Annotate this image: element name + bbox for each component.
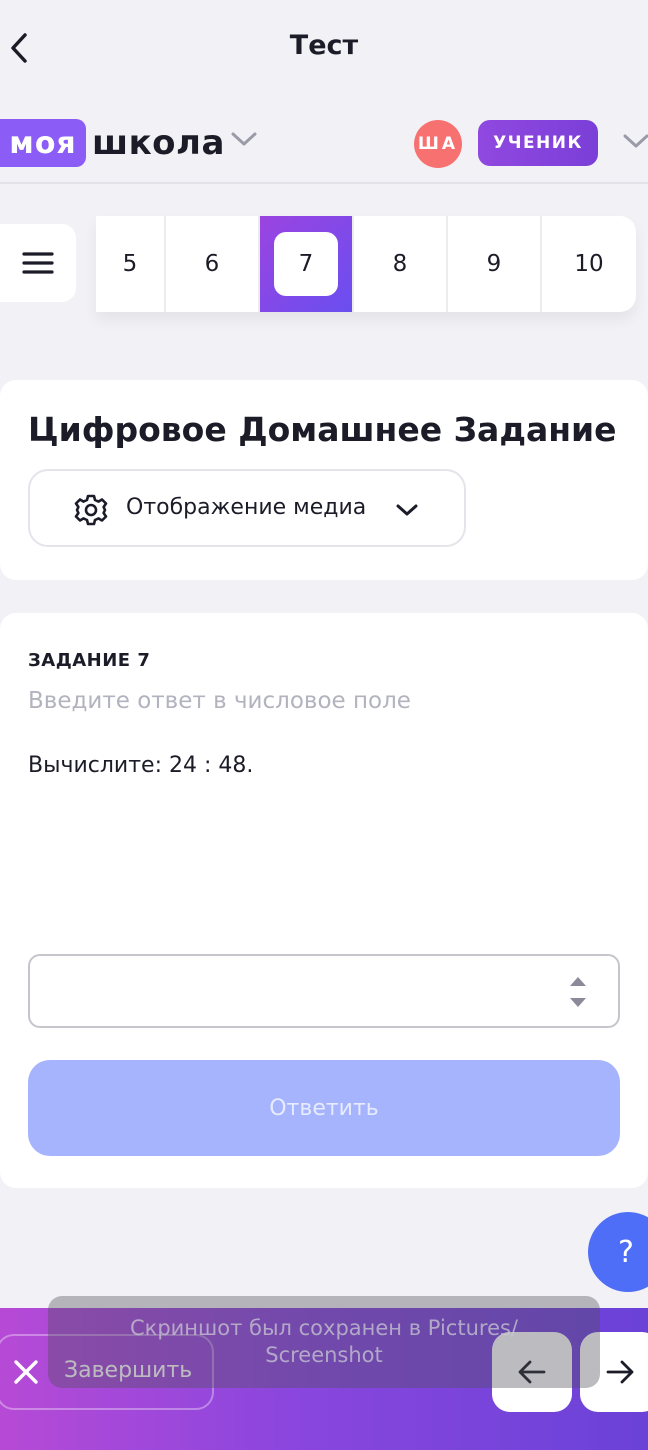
task-text: Вычислите: 24 : 48. [28, 753, 254, 778]
answer-input[interactable] [42, 968, 546, 1016]
task-tab-6[interactable]: 6 [166, 216, 260, 312]
homework-title: Цифровое Домашнее Задание [28, 410, 617, 449]
task-tab-label: 9 [486, 251, 502, 277]
chevron-down-icon [623, 134, 648, 148]
chevron-down-icon [231, 132, 257, 146]
task-tab-label: 10 [574, 251, 604, 277]
task-tab-label: 7 [298, 251, 314, 277]
task-tab-active-label: 7 [274, 232, 338, 296]
task-tab-7[interactable]: 7 [260, 216, 354, 312]
task-tab-8[interactable]: 8 [354, 216, 448, 312]
task-tab-5[interactable]: 5 [96, 216, 166, 312]
brand-menu-toggle[interactable] [230, 130, 258, 152]
answer-field[interactable] [28, 954, 620, 1028]
role-menu-toggle[interactable] [622, 132, 648, 154]
media-display-select[interactable]: Отображение медиа [28, 469, 466, 547]
arrow-right-icon [606, 1360, 634, 1384]
submit-button[interactable]: Ответить [28, 1060, 620, 1156]
gear-icon [74, 494, 108, 526]
task-tabs: 5 6 7 8 9 10 [96, 216, 636, 312]
task-label: ЗАДАНИЕ 7 [28, 650, 151, 671]
logo-part2[interactable]: школа [92, 119, 225, 167]
close-icon [14, 1360, 38, 1384]
menu-icon [22, 252, 54, 274]
avatar[interactable]: ША [414, 120, 462, 168]
page-title: Тест [289, 30, 359, 61]
logo-part1[interactable]: моя [0, 119, 86, 167]
role-badge[interactable]: УЧЕНИК [478, 120, 598, 166]
task-hint: Введите ответ в числовое поле [28, 688, 411, 714]
task-tab-label: 6 [204, 251, 220, 277]
chevron-down-icon [396, 504, 418, 516]
media-display-label: Отображение медиа [126, 495, 367, 520]
menu-button[interactable] [0, 224, 76, 302]
task-tab-label: 8 [392, 251, 408, 277]
task-tab-10[interactable]: 10 [542, 216, 636, 312]
help-button[interactable]: ? [588, 1212, 648, 1292]
stepper-icon[interactable] [568, 972, 588, 1012]
task-tab-label: 5 [122, 251, 138, 277]
task-tab-9[interactable]: 9 [448, 216, 542, 312]
screenshot-toast: Скриншот был сохранен в Pictures/ Screen… [48, 1296, 600, 1388]
